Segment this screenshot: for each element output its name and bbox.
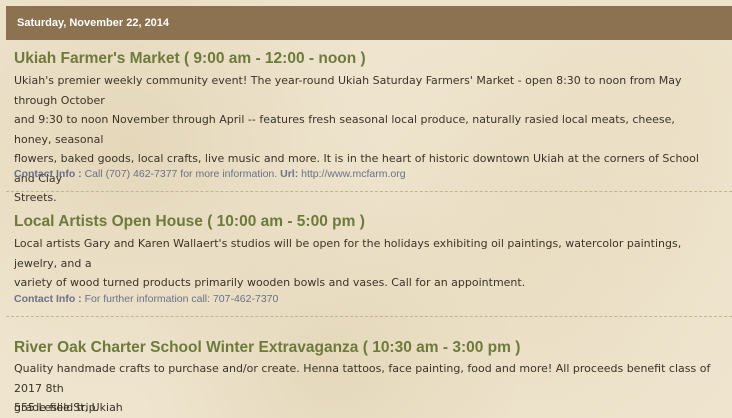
contact-text: For further information call: 707-462-73… [84,293,279,305]
url-link[interactable]: http://www.mcfarm.org [301,168,405,180]
description-line: and 9:30 to noon November through April … [14,113,675,146]
event-separator [6,316,732,317]
event-description: Ukiah's premier weekly community event! … [14,71,714,208]
event-title[interactable]: Ukiah Farmer's Market ( 9:00 am - 12:00 … [14,50,366,68]
date-header-bar: Saturday, November 22, 2014 [6,6,732,40]
description-line: Ukiah's premier weekly community event! … [14,74,682,107]
event-separator [6,191,732,192]
date-header: Saturday, November 22, 2014 [17,17,170,29]
contact-label: Contact Info : [14,168,82,180]
contact-text: Call (707) 462-7377 for more information… [84,168,278,180]
event-address: 555 Leslie St, Ukiah [14,401,123,414]
event-title[interactable]: Local Artists Open House ( 10:00 am - 5:… [14,213,365,231]
contact-label: Contact Info : [14,293,82,305]
url-label: Url: [280,168,299,180]
description-line: variety of wood turned products primaril… [14,276,526,289]
event-contact: Contact Info : Call (707) 462-7377 for m… [14,168,406,180]
event-title[interactable]: River Oak Charter School Winter Extravag… [14,339,520,357]
description-line: Local artists Gary and Karen Wallaert's … [14,237,682,270]
event-contact: Contact Info : For further information c… [14,293,278,305]
description-line: Streets. [14,191,57,204]
description-line: Quality handmade crafts to purchase and/… [14,362,711,395]
event-description: Local artists Gary and Karen Wallaert's … [14,234,714,293]
